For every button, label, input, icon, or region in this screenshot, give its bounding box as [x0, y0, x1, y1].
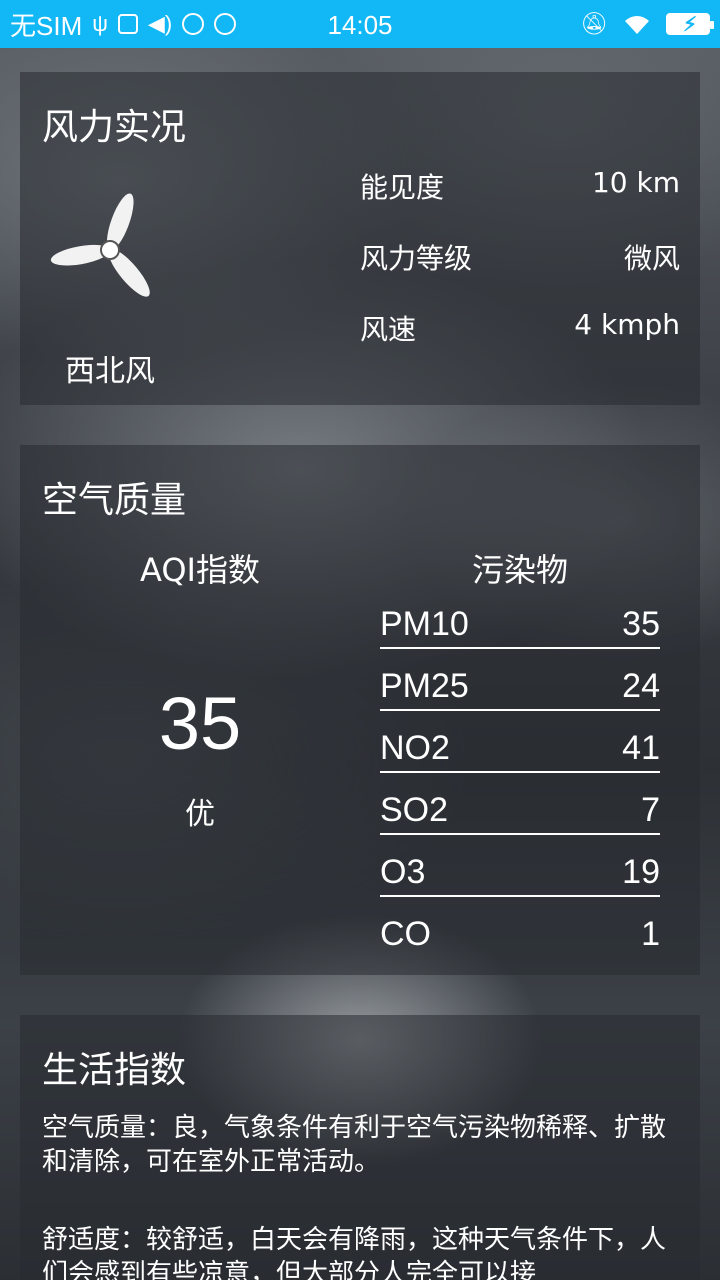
air-quality-card: 空气质量 AQI指数 35 优 污染物 PM10 35 PM25 24 NO2 … — [20, 445, 700, 975]
pollutant-row-no2: NO2 41 — [380, 723, 660, 785]
pollutant-name: NO2 — [380, 729, 450, 767]
pollutant-row-pm25: PM25 24 — [380, 661, 660, 723]
aqi-level: 优 — [185, 797, 215, 832]
pollutant-value: 35 — [622, 605, 660, 643]
pollutant-value: 1 — [641, 915, 660, 953]
wifi-icon — [625, 16, 649, 34]
life-item-comfort: 舒适度：较舒适，白天会有降雨，这种天气条件下，人们会感到有些凉意，但大部分人完全… — [42, 1225, 667, 1280]
wind-title: 风力实况 — [42, 107, 187, 148]
life-index-card: 生活指数 空气质量：良，气象条件有利于空气污染物稀释、扩散和清除，可在室外正常活… — [20, 1015, 700, 1280]
wind-speed-value: 4 kmph — [574, 308, 680, 341]
pollutant-name: SO2 — [380, 791, 449, 829]
life-title: 生活指数 — [42, 1050, 187, 1091]
aqi-heading: AQI指数 — [140, 551, 260, 589]
pollutant-row-so2: SO2 7 — [380, 785, 660, 847]
pollutant-name: PM25 — [380, 667, 469, 705]
pollutant-name: O3 — [380, 853, 426, 891]
wind-level-row: 风力等级 微风 — [360, 237, 680, 277]
pollutant-row-o3: O3 19 — [380, 847, 660, 909]
pollutant-name: PM10 — [380, 605, 469, 643]
visibility-label: 能见度 — [360, 171, 445, 204]
air-title: 空气质量 — [42, 480, 187, 521]
wind-speed-label: 风速 — [360, 313, 417, 346]
pollutant-row-co: CO 1 — [380, 909, 660, 971]
mute-icon: 🔕︎ — [580, 11, 608, 36]
pollutant-value: 41 — [622, 729, 660, 767]
life-item-air-quality: 空气质量：良，气象条件有利于空气污染物稀释、扩散和清除，可在室外正常活动。 — [42, 1113, 667, 1177]
pollutant-value: 19 — [622, 853, 660, 891]
wind-level-label: 风力等级 — [360, 242, 473, 275]
visibility-row: 能见度 10 km — [360, 166, 680, 206]
wind-card: 风力实况 西北风 能见度 10 km 风力等级 微风 风速 4 kmph — [20, 72, 700, 405]
pollutant-value: 24 — [622, 667, 660, 705]
wind-level-value: 微风 — [623, 242, 680, 275]
aqi-value: 35 — [158, 682, 242, 765]
pollutant-value: 7 — [641, 791, 660, 829]
pollutant-name: CO — [380, 915, 431, 953]
wind-direction: 西北风 — [65, 354, 155, 389]
pollutant-heading: 污染物 — [471, 551, 568, 589]
visibility-value: 10 km — [591, 166, 680, 199]
pollutant-row-pm10: PM10 35 — [380, 599, 660, 661]
wind-speed-row: 风速 4 kmph — [360, 308, 680, 348]
status-bar: 无SIM ψ ◀) 14:05 🔕︎ ⚡︎ — [0, 0, 720, 48]
battery-icon: ⚡︎ — [666, 13, 714, 36]
pollutant-list: PM10 35 PM25 24 NO2 41 SO2 7 O3 19 CO 1 — [380, 599, 660, 971]
fan-icon — [50, 193, 150, 297]
